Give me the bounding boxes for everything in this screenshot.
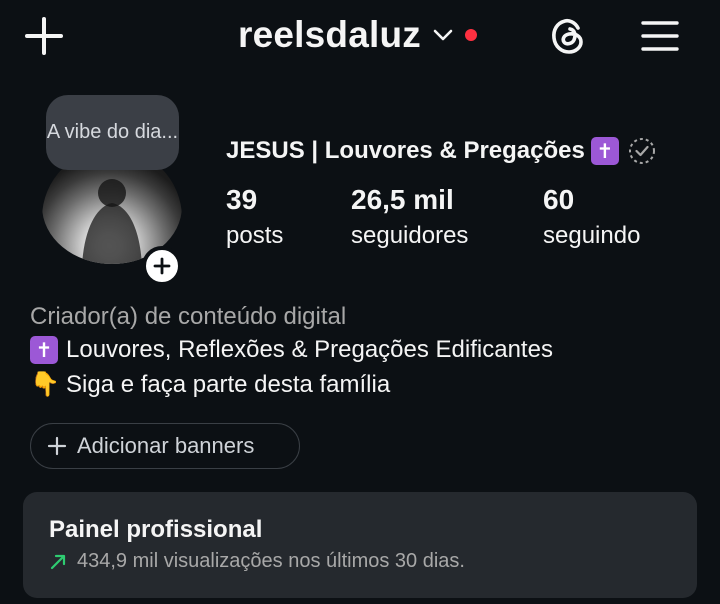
add-story-button[interactable]	[142, 246, 182, 286]
profile-category: Criador(a) de conteúdo digital	[30, 303, 347, 330]
plus-icon	[153, 257, 171, 275]
followers-count: 26,5 mil	[351, 184, 454, 215]
bio-text: Siga e faça parte desta família	[66, 370, 391, 398]
following-label: seguindo	[543, 222, 641, 249]
bio-text: Louvores, Reflexões & Pregações Edifican…	[66, 336, 553, 363]
username: reelsdaluz	[238, 14, 421, 55]
note-text: A vibe do dia...	[46, 121, 179, 143]
posts-count: 39	[226, 184, 258, 215]
top-bar: reelsdaluz	[0, 0, 720, 70]
panel-stat: 434,9 mil visualizações nos últimos 30 d…	[49, 550, 465, 573]
stat-followers[interactable]: 26,5 mil seguidores	[351, 182, 468, 254]
account-switcher[interactable]: reelsdaluz	[238, 12, 477, 58]
plus-icon	[47, 436, 67, 456]
following-count: 60	[543, 184, 575, 215]
display-name-text: JESUS | Louvores & Pregações	[226, 137, 585, 164]
add-banners-label: Adicionar banners	[77, 433, 255, 458]
chevron-down-icon	[433, 28, 453, 42]
latin-cross-emoji: ✝	[30, 336, 58, 364]
trend-up-arrow-icon	[49, 553, 67, 571]
pointing-down-emoji: 👇	[30, 371, 60, 398]
profile-note-bubble[interactable]: A vibe do dia...	[46, 95, 179, 170]
threads-icon[interactable]	[544, 12, 592, 60]
hamburger-menu-icon[interactable]	[636, 12, 684, 60]
stat-posts[interactable]: 39 posts	[226, 182, 283, 254]
plus-icon[interactable]	[22, 14, 66, 58]
add-banners-button[interactable]: Adicionar banners	[30, 423, 300, 469]
latin-cross-emoji: ✝	[590, 137, 619, 165]
panel-stat-text: 434,9 mil visualizações nos últimos 30 d…	[77, 550, 465, 572]
panel-title: Painel profissional	[49, 516, 263, 543]
bio-line: 👇 Siga e faça parte desta família	[30, 370, 390, 399]
bio-line: ✝ Louvores, Reflexões & Pregações Edific…	[30, 336, 553, 364]
stat-following[interactable]: 60 seguindo	[543, 182, 640, 254]
notification-dot	[464, 29, 477, 41]
followers-label: seguidores	[351, 222, 469, 249]
verified-dashed-badge-icon[interactable]	[627, 136, 657, 166]
posts-label: posts	[226, 222, 284, 249]
professional-dashboard-panel[interactable]: Painel profissional 434,9 mil visualizaç…	[23, 492, 697, 598]
profile-display-name: JESUS | Louvores & Pregações ✝	[226, 134, 657, 168]
